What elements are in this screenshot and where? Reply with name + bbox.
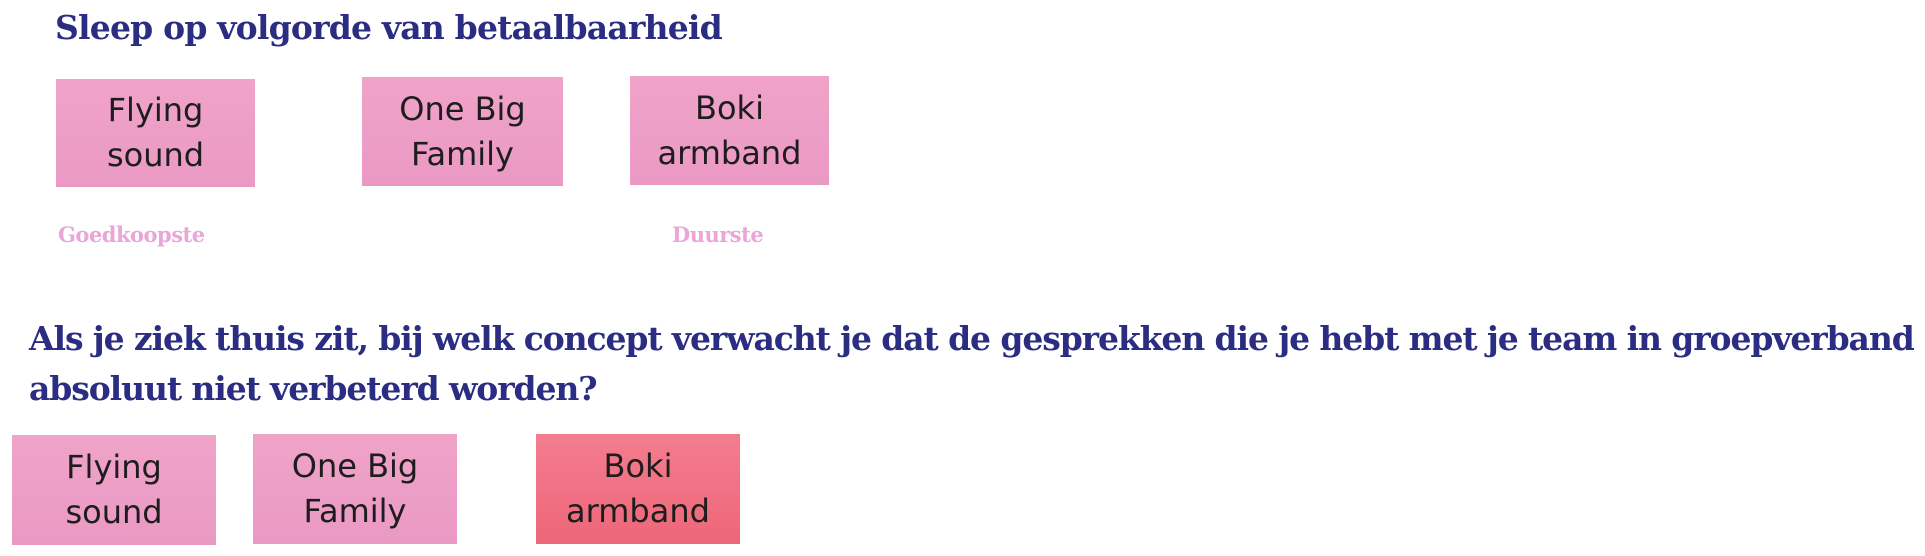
- note-text-line2: armband: [566, 492, 710, 530]
- note-text-line1: Flying: [107, 91, 204, 129]
- label-goedkoopste: Goedkoopste: [58, 222, 205, 247]
- sticky-note-flying-sound-2[interactable]: Flying sound: [12, 435, 216, 545]
- note-text-line2: armband: [657, 133, 802, 172]
- section2-question: Als je ziek thuis zit, bij welk concept …: [29, 319, 1915, 408]
- note-text-line1: Flying: [66, 448, 162, 486]
- note-text-line2: Family: [411, 134, 514, 173]
- note-text-line2: sound: [65, 493, 163, 531]
- note-text-line1: Boki: [695, 88, 764, 127]
- note-text-line2: sound: [106, 136, 205, 174]
- sticky-note-boki-armband[interactable]: Boki armband: [630, 76, 829, 185]
- sticky-note-flying-sound[interactable]: Flying sound: [56, 79, 255, 187]
- note-text-line2: Family: [303, 492, 407, 530]
- note-text-line1: One Big: [399, 89, 526, 128]
- sticky-note-boki-armband-2[interactable]: Boki armband: [536, 434, 740, 544]
- section1-title: Sleep op volgorde van betaalbaarheid: [55, 8, 723, 47]
- note-text-line1: Boki: [603, 447, 673, 485]
- sticky-note-one-big-family-2[interactable]: One Big Family: [253, 434, 457, 544]
- note-text-line1: One Big: [291, 447, 419, 485]
- sticky-note-one-big-family[interactable]: One Big Family: [362, 77, 563, 186]
- label-duurste: Duurste: [672, 222, 764, 247]
